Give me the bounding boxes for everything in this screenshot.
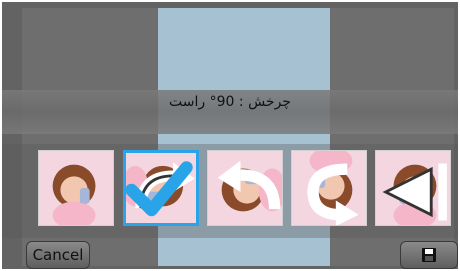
image-rotate-screen: چرخش : 90° راست Cancel	[2, 2, 458, 269]
save-icon	[422, 248, 436, 262]
thumbnail-rotate-right[interactable]	[123, 150, 199, 226]
cancel-button-label: Cancel	[32, 246, 84, 264]
girl-photo-icon	[39, 151, 113, 225]
cancel-button[interactable]: Cancel	[26, 241, 90, 269]
thumbnail-rotate-left[interactable]	[207, 150, 283, 226]
save-button[interactable]	[400, 241, 458, 269]
thumbnail-rotate-180[interactable]	[291, 150, 367, 226]
rotation-label: چرخش : 90° راست	[169, 94, 291, 110]
check-icon	[126, 161, 193, 217]
thumbnail-flip[interactable]	[375, 150, 451, 226]
rotate-left-icon	[217, 160, 281, 210]
thumbnail-original[interactable]	[38, 150, 114, 226]
flip-horizontal-icon	[382, 163, 447, 221]
rotate-180-icon	[307, 163, 359, 225]
